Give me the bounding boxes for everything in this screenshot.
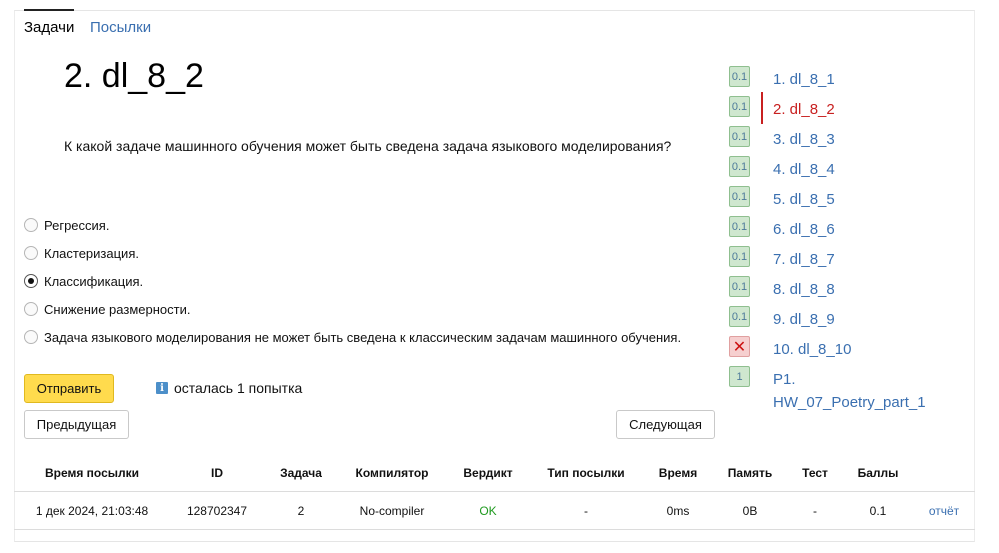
score-badge: 0.1 <box>729 216 750 237</box>
problem-link[interactable]: 6. dl_8_6 <box>773 218 835 241</box>
problem-item-current[interactable]: 0.1 2. dl_8_2 <box>729 92 969 124</box>
problem-item[interactable]: 1 P1. HW_07_Poetry_part_1 <box>729 366 969 412</box>
column-header: Тип посылки <box>547 466 625 480</box>
score-badge: 0.1 <box>729 96 750 117</box>
radio-button[interactable] <box>24 246 38 260</box>
next-button[interactable]: Следующая <box>616 410 715 439</box>
problem-link-subtitle[interactable]: HW_07_Poetry_part_1 <box>773 391 926 414</box>
cell-test: - <box>813 504 817 518</box>
cell-run-time: 0ms <box>666 504 690 518</box>
option-dimensionality-reduction[interactable]: Снижение размерности. <box>24 299 190 319</box>
cell-score: 0.1 <box>869 504 887 518</box>
problem-item[interactable]: 0.1 3. dl_8_3 <box>729 126 969 150</box>
problem-link[interactable]: 3. dl_8_3 <box>773 128 835 151</box>
column-header: Задача <box>280 466 322 480</box>
cell-type: - <box>584 504 588 518</box>
current-indicator <box>761 92 763 124</box>
column-header: Время посылки <box>44 466 140 480</box>
problem-title: 2. dl_8_2 <box>64 57 204 95</box>
cell-submit-time: 1 дек 2024, 21:03:48 <box>35 504 149 518</box>
problem-link[interactable]: 2. dl_8_2 <box>773 98 835 121</box>
option-classification[interactable]: Классификация. <box>24 271 143 291</box>
cell-memory: 0B <box>742 504 758 518</box>
column-header: Баллы <box>857 466 899 480</box>
column-header: Тест <box>802 466 828 480</box>
option-label: Снижение размерности. <box>44 301 191 317</box>
problem-item-failed[interactable]: ✕ 10. dl_8_10 <box>729 336 969 360</box>
score-badge: 0.1 <box>729 246 750 267</box>
score-badge: 0.1 <box>729 186 750 207</box>
problem-link[interactable]: 9. dl_8_9 <box>773 308 835 331</box>
submit-button[interactable]: Отправить <box>24 374 114 403</box>
column-header: Компилятор <box>355 466 429 480</box>
score-badge: 0.1 <box>729 66 750 87</box>
radio-button[interactable] <box>24 302 38 316</box>
table-header: Время посылки ID Задача Компилятор Верди… <box>14 456 975 492</box>
option-label: Регрессия. <box>44 217 110 233</box>
problem-link[interactable]: 1. dl_8_1 <box>773 68 835 91</box>
option-label: Кластеризация. <box>44 245 139 261</box>
score-badge: 0.1 <box>729 126 750 147</box>
radio-button[interactable] <box>24 330 38 344</box>
problem-link[interactable]: 7. dl_8_7 <box>773 248 835 271</box>
column-header: Вердикт <box>463 466 513 480</box>
radio-button-selected[interactable] <box>24 274 38 288</box>
radio-button[interactable] <box>24 218 38 232</box>
info-icon: i <box>156 382 168 394</box>
cell-compiler: No-compiler <box>359 504 425 518</box>
problem-item[interactable]: 0.1 1. dl_8_1 <box>729 66 969 90</box>
score-badge: 0.1 <box>729 276 750 297</box>
option-regression[interactable]: Регрессия. <box>24 215 109 235</box>
option-clustering[interactable]: Кластеризация. <box>24 243 139 263</box>
option-cannot-reduce[interactable]: Задача языкового моделирования не может … <box>24 327 681 347</box>
attempts-remaining-text: осталась 1 попытка <box>174 380 303 396</box>
column-header: Память <box>727 466 773 480</box>
problem-item[interactable]: 0.1 6. dl_8_6 <box>729 216 969 240</box>
report-link[interactable]: отчёт <box>929 504 959 518</box>
score-badge: 0.1 <box>729 156 750 177</box>
cell-task: 2 <box>297 504 305 518</box>
tab-problems[interactable]: Задачи <box>24 9 75 36</box>
problem-link[interactable]: 8. dl_8_8 <box>773 278 835 301</box>
question-text: К какой задаче машинного обучения может … <box>64 138 672 154</box>
table-row: 1 дек 2024, 21:03:48 128702347 2 No-comp… <box>14 492 975 530</box>
problem-item[interactable]: 0.1 4. dl_8_4 <box>729 156 969 180</box>
cell-id: 128702347 <box>186 504 248 518</box>
problem-link[interactable]: 10. dl_8_10 <box>773 338 851 361</box>
problem-item[interactable]: 0.1 8. dl_8_8 <box>729 276 969 300</box>
problem-item[interactable]: 0.1 5. dl_8_5 <box>729 186 969 210</box>
score-badge: 0.1 <box>729 306 750 327</box>
problem-link[interactable]: 4. dl_8_4 <box>773 158 835 181</box>
fail-icon: ✕ <box>729 336 750 357</box>
problem-link[interactable]: 5. dl_8_5 <box>773 188 835 211</box>
option-label: Задача языкового моделирования не может … <box>44 329 682 345</box>
problem-item[interactable]: 0.1 9. dl_8_9 <box>729 306 969 330</box>
cell-verdict: OK <box>479 504 497 518</box>
previous-button[interactable]: Предыдущая <box>24 410 129 439</box>
problem-item[interactable]: 0.1 7. dl_8_7 <box>729 246 969 270</box>
option-label: Классификация. <box>44 273 144 289</box>
score-badge: 1 <box>729 366 750 387</box>
column-header: ID <box>211 466 223 480</box>
column-header: Время <box>658 466 698 480</box>
problem-link[interactable]: P1. <box>773 368 796 391</box>
tab-submissions[interactable]: Посылки <box>90 19 151 36</box>
attempts-info: i осталась 1 попытка <box>156 380 302 396</box>
